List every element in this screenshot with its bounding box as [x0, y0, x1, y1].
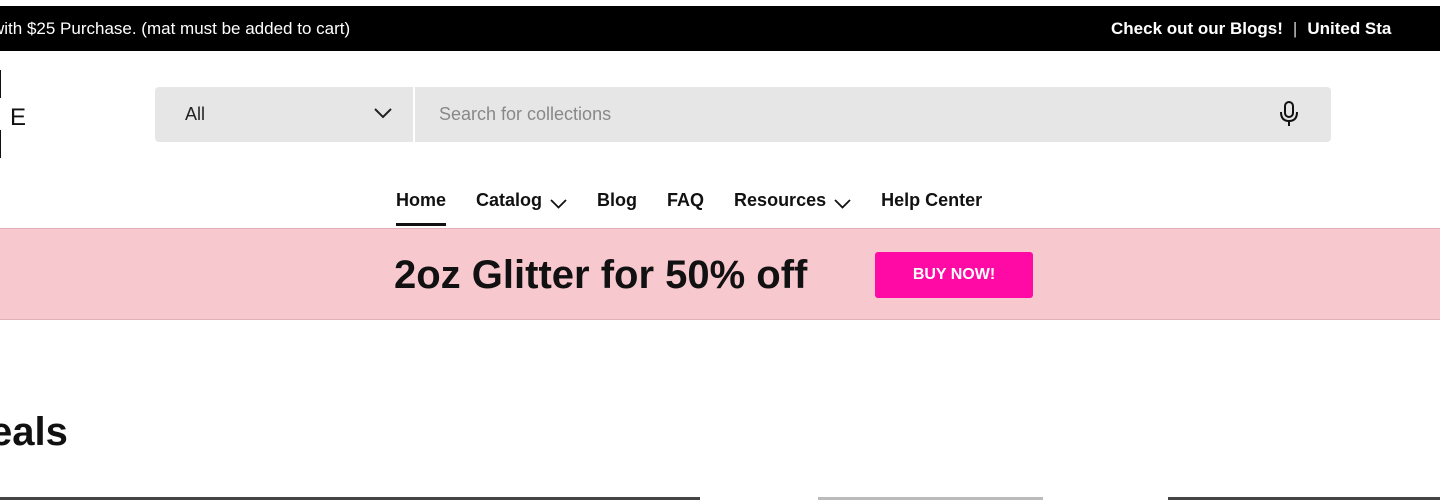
nav-item-label: Home [396, 190, 447, 210]
nav-item-faq[interactable]: FAQ [667, 190, 704, 228]
nav-item-catalog[interactable]: Catalog [476, 190, 567, 228]
buy-now-button[interactable]: BUY NOW! [875, 252, 1033, 298]
chevron-down-icon [834, 194, 851, 215]
search-input[interactable] [439, 87, 1259, 142]
section-title: eals [0, 410, 68, 454]
nav-item-resources[interactable]: Resources [734, 190, 851, 228]
nav-item-label: Catalog [476, 190, 543, 210]
chevron-down-icon [373, 106, 393, 125]
main-nav: Home Catalog Blog FAQ Resources Help Cen… [396, 190, 1012, 228]
chevron-down-icon [550, 194, 567, 215]
category-select[interactable]: All [155, 87, 415, 142]
nav-item-label: Resources [734, 190, 827, 210]
logo-bar-top [0, 70, 1, 98]
logo-bar-bottom [0, 130, 1, 158]
search-bar: All [155, 87, 1331, 142]
nav-item-home[interactable]: Home [396, 190, 447, 228]
region-link[interactable]: United Sta [1307, 19, 1391, 38]
announcement-text: with $25 Purchase. (mat must be added to… [0, 19, 351, 38]
nav-item-label: Blog [597, 190, 638, 210]
promo-text: 2oz Glitter for 50% off [394, 253, 808, 297]
nav-item-blog[interactable]: Blog [597, 190, 637, 228]
microphone-icon[interactable] [1279, 101, 1299, 133]
logo[interactable]: E [0, 70, 36, 158]
category-select-label: All [185, 104, 206, 124]
logo-letter: E [10, 104, 27, 131]
announcement-bar: with $25 Purchase. (mat must be added to… [0, 6, 1440, 51]
promo-banner: 2oz Glitter for 50% off BUY NOW! [0, 228, 1440, 320]
nav-item-help-center[interactable]: Help Center [881, 190, 982, 228]
blogs-link[interactable]: Check out our Blogs! [1111, 19, 1283, 38]
top-links-separator: | [1292, 19, 1298, 38]
nav-item-label: Help Center [881, 190, 983, 210]
top-links: Check out our Blogs! | United Sta [1111, 19, 1391, 39]
nav-item-label: FAQ [667, 190, 705, 210]
